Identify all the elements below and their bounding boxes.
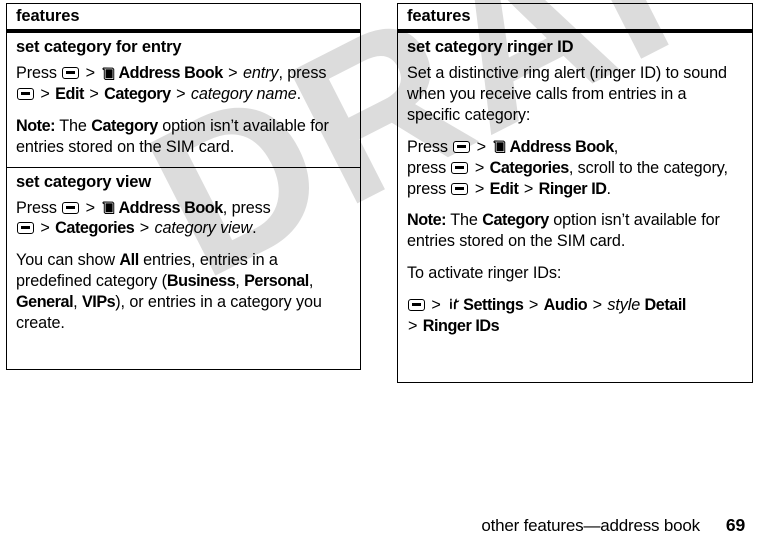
text-run: press [407,158,451,177]
table-row: set category view Press > Address Book, … [7,166,360,343]
text-run: style [607,295,641,314]
text-run: > [427,295,446,314]
text-run: Address Book [509,137,614,156]
text-run: You can show [16,251,120,270]
table-header-left: features [7,4,360,34]
text-run: Edit [55,85,84,104]
menu-key-icon [62,67,80,80]
text-run: press [407,179,451,198]
feature-note-paragraph: Note: The Category option isn’t availabl… [407,210,743,252]
feature-instruction-paragraph: Press > Address Book, press > Categories… [16,198,351,240]
page-footer: other features—address book 69 [0,515,745,536]
text-run: , press [278,64,327,83]
text-run: Detail [644,295,687,314]
feature-instruction-paragraph: Press > Address Book, press > Categories,… [407,137,743,199]
note-label: Note: [407,211,447,230]
text-run: > [524,295,543,314]
feature-title: set category for entry [16,38,182,57]
table-row: set category ringer ID Set a distinctive… [398,33,752,345]
text-run: > [81,198,100,217]
text-run: , press [222,198,271,217]
table-header-right: features [398,4,752,34]
text-run: Press [16,198,62,217]
text-run: > [408,316,422,335]
text-run: > [171,85,190,104]
text-run: > [135,219,154,238]
features-table-left: features set category for entry Press > … [6,3,361,370]
note-label: Note: [16,117,56,136]
text-run: . [252,219,257,238]
text-run: Settings [463,295,524,314]
text-run: , [73,292,82,311]
running-head: other features—address book [481,516,700,535]
menu-key-icon [17,88,34,101]
text-run: Audio [543,295,588,314]
text-run: Categories [489,158,570,177]
feature-note-paragraph: Note: The Category option isn’t availabl… [16,116,351,158]
feature-instruction-paragraph: > Settings > Audio > style Detail > Ring… [407,295,743,337]
menu-key-icon [17,222,34,235]
text-run: The [446,211,483,230]
menu-key-icon [453,140,471,153]
table-row: set category for entry Press > Address B… [7,33,360,166]
menu-key-icon [408,298,425,311]
text-run: Business [166,272,236,291]
text-run: category name [190,85,297,104]
text-run: Ringer IDs [422,316,500,335]
text-run: Ringer ID [538,179,607,198]
feature-title: set category ringer ID [407,38,574,57]
text-run: . [296,85,302,104]
feature-instruction-paragraph: Press > Address Book > entry, press > Ed… [16,63,351,105]
text-run: , [235,272,245,291]
text-run: > [223,64,242,83]
text-run: Category [104,85,171,104]
text-run: > [81,64,100,83]
text-run: The [55,117,92,136]
features-table-right: features set category ringer ID Set a di… [397,3,753,383]
feature-title: set category view [16,172,152,191]
text-run: Address Book [118,198,223,217]
text-run: VIPs [81,292,116,311]
text-run: > [36,85,55,104]
manual-page: features set category for entry Press > … [0,0,759,544]
text-run: Personal [244,272,309,291]
text-run: Category [91,117,158,136]
menu-key-icon [451,182,469,195]
text-run: General [16,292,74,311]
text-run: > [470,158,489,177]
text-run: > [36,219,55,238]
text-run: > [84,85,104,104]
menu-key-icon [62,201,80,214]
text-run: Categories [55,219,135,238]
text-run: > [588,295,607,314]
address-book-icon [102,201,115,215]
feature-body-paragraph: You can show All entries, entries in a p… [16,250,351,333]
settings-tools-icon [450,298,460,310]
text-run: Press [407,137,453,156]
text-run: Press [16,64,62,83]
feature-body-paragraph: To activate ringer IDs: [407,263,562,282]
text-run: Address Book [118,64,223,83]
text-run: , scroll to the category, [568,158,728,177]
text-run: category view [154,219,253,238]
text-run: entry [242,64,279,83]
text-run: , [613,137,619,156]
text-run: All [119,251,139,270]
page-number: 69 [725,515,745,535]
text-run: Category [482,211,549,230]
text-run: > [472,137,491,156]
address-book-icon [102,67,115,80]
text-run: Edit [489,179,519,198]
text-run: > [519,179,538,198]
menu-key-icon [451,161,469,174]
text-run: > [470,179,489,198]
feature-body-paragraph: Set a distinctive ring alert (ringer ID)… [407,64,727,125]
text-run: . [606,179,611,198]
text-run: , [308,272,314,291]
address-book-icon [493,140,506,154]
